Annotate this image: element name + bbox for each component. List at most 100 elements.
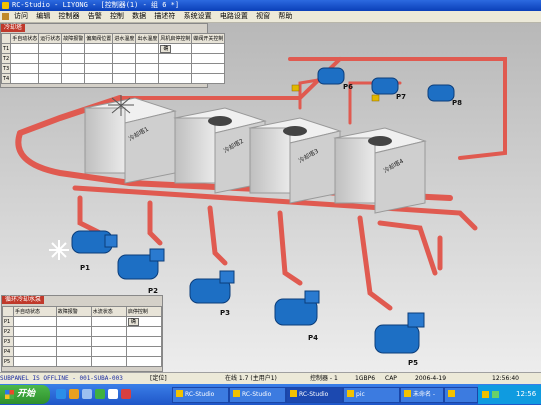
menu-alarm[interactable]: 告警 (85, 11, 105, 22)
col-header: 水流状态 (90, 306, 127, 317)
status-code: 1GBP6 (355, 375, 376, 382)
pump-panel-title: 循环冷却水泵 (2, 296, 45, 304)
quicklaunch-folder-icon[interactable] (69, 389, 79, 399)
col-header: 启停控制 (125, 306, 163, 317)
pump-label-p7: P7 (396, 93, 406, 101)
menu-bar: 访问 编辑 控制器 告警 控制 数据 描述符 系统设置 电路设置 视窗 帮助 (0, 11, 541, 23)
row-label: P5 (2, 356, 14, 367)
status-bar: SUBPANEL IS OFFLINE - 001-SUBA-003 [定位] … (0, 372, 541, 384)
taskbar-item-rc-studio-1[interactable]: RC-Studio (172, 387, 229, 403)
pump-p6[interactable] (317, 67, 345, 85)
col-header: 出水温度 (135, 33, 160, 44)
row-label: P2 (2, 326, 14, 337)
menu-window[interactable]: 视窗 (253, 11, 273, 22)
tray-icon[interactable] (492, 391, 499, 398)
table-row: T1 确 (0, 43, 226, 54)
table-row: T4 (0, 73, 226, 84)
taskbar-item-extra[interactable] (444, 387, 478, 403)
menu-help[interactable]: 帮助 (275, 11, 295, 22)
table-row: P5 (2, 356, 163, 367)
menu-controller[interactable]: 控制器 (55, 11, 82, 22)
pump-p8[interactable] (427, 84, 455, 102)
table-row: T3 (0, 63, 226, 74)
window-title: RC-Studio - LIYONG - [控制器(1) - 组 6 *] (12, 1, 180, 9)
menu-system-settings[interactable]: 系统设置 (181, 11, 215, 22)
table-row: T2 (0, 53, 226, 64)
cooling-tower-4[interactable]: 冷却塔4 (333, 127, 427, 214)
windows-logo-icon (5, 390, 14, 399)
system-tray: 12:56 (478, 385, 541, 404)
cooling-tower-panel-title: 冷却塔 (1, 24, 26, 32)
col-header: 手自动状态 (10, 33, 40, 44)
table-row: P1 确 (2, 316, 163, 327)
start-button[interactable]: 开始 (0, 385, 50, 404)
status-location: [定位] (150, 375, 167, 382)
pump-label-p5: P5 (408, 359, 418, 367)
row-label: P4 (2, 346, 14, 357)
table-row: P2 (2, 326, 163, 337)
cooling-tower-1[interactable]: 冷却塔1 (83, 95, 177, 184)
pump-panel: 循环冷却水泵 手自动状态 故障报警 水流状态 启停控制 P1 确 P2 P3 P4… (1, 295, 163, 372)
cooling-tower-3[interactable]: 冷却塔3 (248, 117, 342, 204)
quicklaunch-ie-icon[interactable] (56, 389, 66, 399)
tray-icon[interactable] (482, 391, 489, 398)
cooling-tower-table: 手自动状态 运行状态 故障报警 偏离阀位置 进水温度 出水温度 风机启停控制 蝶… (0, 33, 226, 84)
quicklaunch-doc-icon[interactable] (108, 389, 118, 399)
col-header: 偏离阀位置 (84, 33, 114, 44)
menu-edit[interactable]: 编辑 (33, 11, 53, 22)
app-icon (290, 390, 297, 397)
col-header: 故障报警 (55, 306, 92, 317)
row-label: T4 (0, 73, 12, 84)
taskbar: 开始 RC-Studio RC-Studio RC-Studio pic 未命名… (0, 384, 541, 405)
pump-label-p8: P8 (452, 99, 462, 107)
status-controller: 控制器 - 1 (310, 375, 338, 382)
taskbar-item-untitled[interactable]: 未命名 - (400, 387, 444, 403)
status-time: 12:56:40 (492, 375, 519, 382)
col-header: 运行状态 (38, 33, 63, 44)
pump-label-p4: P4 (308, 334, 318, 342)
menu-data[interactable]: 数据 (129, 11, 149, 22)
menu-access[interactable]: 访问 (11, 11, 31, 22)
app-icon (448, 390, 455, 397)
cooling-tower-panel: 冷却塔 手自动状态 运行状态 故障报警 偏离阀位置 进水温度 出水温度 风机启停… (0, 23, 226, 88)
col-header: 故障报警 (61, 33, 86, 44)
taskbar-item-rc-studio-3[interactable]: RC-Studio (286, 387, 343, 403)
quicklaunch-desktop-icon[interactable] (82, 389, 92, 399)
taskbar-item-pic[interactable]: pic (343, 387, 400, 403)
row-label: P3 (2, 336, 14, 347)
status-offline: SUBPANEL IS OFFLINE - 001-SUBA-003 (0, 375, 123, 382)
menu-circuit-settings[interactable]: 电路设置 (217, 11, 251, 22)
plant-graphic: 冷却塔1 冷却塔2 冷却塔3 冷却塔4 P1 P2 P3 P4 P5 P6 P7… (0, 23, 541, 372)
logo-icon (2, 13, 9, 20)
status-caps: CAP (385, 375, 397, 382)
tray-clock: 12:56 (516, 390, 537, 398)
confirm-button[interactable]: 确 (160, 44, 172, 53)
row-label: T1 (0, 43, 12, 54)
status-online: 在线 1.7 (主用户1) (225, 375, 277, 382)
paint-icon (404, 390, 411, 397)
menu-control[interactable]: 控制 (107, 11, 127, 22)
app-icon (176, 390, 183, 397)
quicklaunch-media-icon[interactable] (121, 389, 131, 399)
app-icon (233, 390, 240, 397)
menu-descriptor[interactable]: 描述符 (151, 11, 178, 22)
table-row: P4 (2, 346, 163, 357)
col-header: 风机启停控制 (158, 33, 193, 44)
row-label: T3 (0, 63, 12, 74)
quicklaunch-app-icon[interactable] (95, 389, 105, 399)
pump-p7[interactable] (371, 77, 399, 95)
pump-label-p6: P6 (343, 83, 353, 91)
pump-table: 手自动状态 故障报警 水流状态 启停控制 P1 确 P2 P3 P4 P5 (2, 306, 163, 367)
title-bar: RC-Studio - LIYONG - [控制器(1) - 组 6 *] (0, 0, 541, 11)
confirm-button[interactable]: 确 (127, 317, 139, 326)
fan-icon (49, 240, 69, 260)
table-row: P3 (2, 336, 163, 347)
pump-label-p3: P3 (220, 309, 230, 317)
taskbar-item-rc-studio-2[interactable]: RC-Studio (229, 387, 286, 403)
pump-label-p2: P2 (148, 287, 158, 295)
app-icon (2, 2, 9, 9)
col-header: 蝶阀开关控制 (191, 33, 226, 44)
status-date: 2006-4-19 (415, 375, 447, 382)
col-header: 进水温度 (112, 33, 137, 44)
pump-p1[interactable] (71, 230, 118, 254)
